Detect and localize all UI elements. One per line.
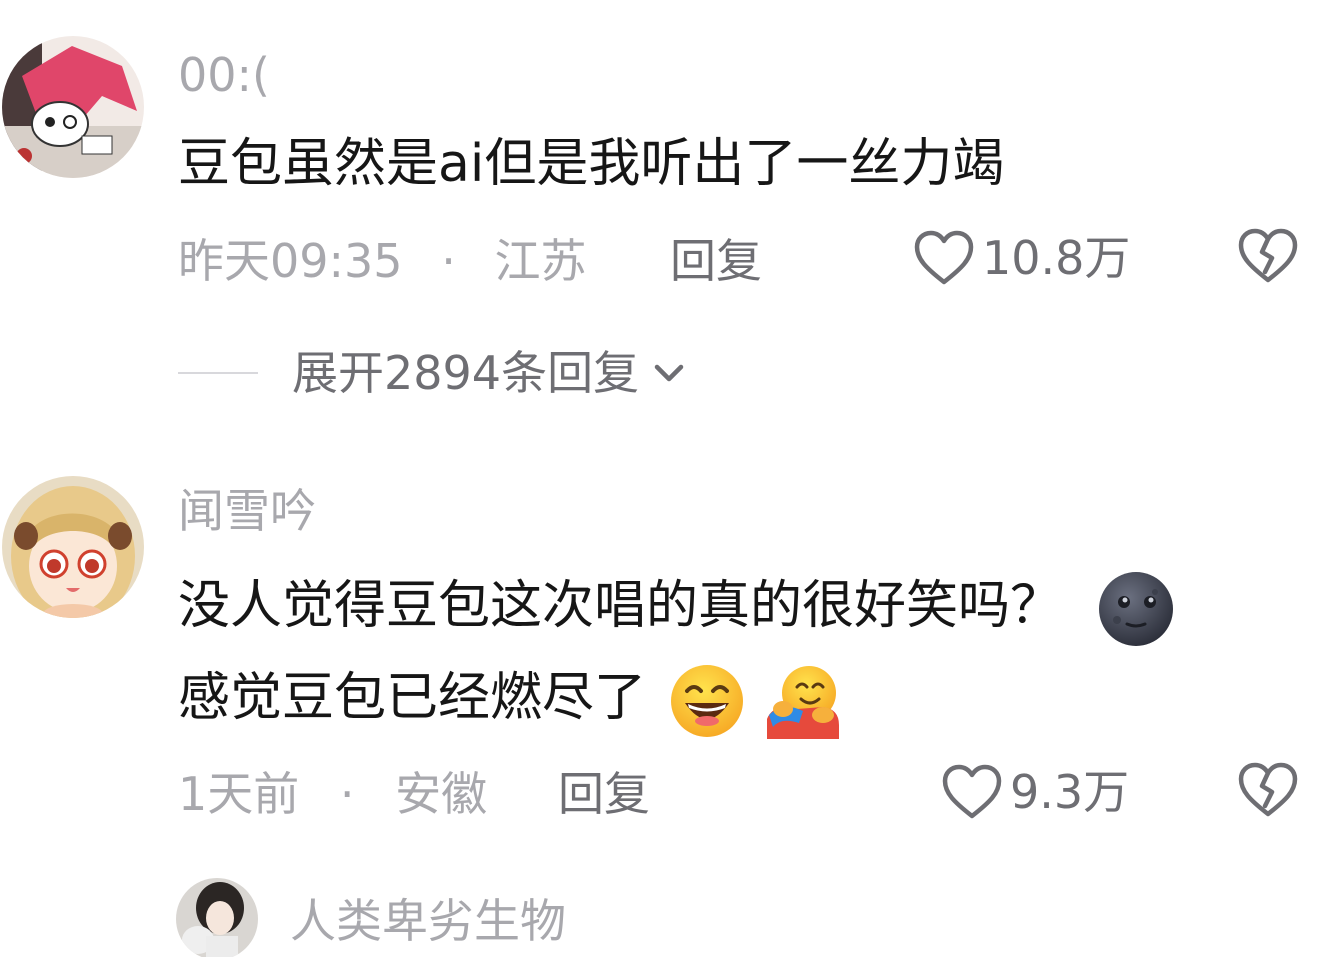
comment-text-line: 感觉豆包已经燃尽了 xyxy=(178,652,1175,744)
comment-feed: 00:( 豆包虽然是ai但是我听出了一丝力竭 昨天09:35 · 江苏 回复 1… xyxy=(0,0,1318,957)
heart-icon xyxy=(914,230,974,285)
grinning-squinting-face-icon xyxy=(670,665,743,737)
meta-separator: · xyxy=(441,234,456,288)
reply-button[interactable]: 回复 xyxy=(558,771,650,817)
avatar[interactable] xyxy=(2,36,144,178)
broken-heart-icon xyxy=(1238,762,1298,817)
chevron-down-icon xyxy=(654,364,684,382)
avatar[interactable] xyxy=(2,476,144,618)
comment-meta: 1天前 · 安徽 xyxy=(178,771,487,817)
comment-timestamp: 昨天09:35 xyxy=(178,234,403,288)
comment-location: 江苏 xyxy=(494,234,587,288)
comment-text-segment: 感觉豆包已经燃尽了 xyxy=(178,668,647,728)
comment-text: 没人觉得豆包这次唱的真的很好笑吗？ 感觉豆包已经燃尽了 xyxy=(178,560,1175,744)
like-count: 10.8万 xyxy=(982,231,1131,285)
like-button[interactable]: 10.8万 xyxy=(912,228,1130,288)
reply-button[interactable]: 回复 xyxy=(670,238,762,284)
heart-icon xyxy=(942,764,1002,819)
comment-username[interactable]: 人类卑劣生物 xyxy=(290,898,566,944)
comment-username[interactable]: 00:( xyxy=(178,52,270,98)
comment-timestamp: 1天前 xyxy=(178,767,300,821)
comment-location: 安徽 xyxy=(395,767,488,821)
hugging-face-icon xyxy=(767,666,840,739)
expand-replies[interactable]: 展开2894条回复 xyxy=(178,350,689,396)
broken-heart-icon xyxy=(1238,228,1298,283)
dislike-button[interactable] xyxy=(1236,226,1300,290)
divider xyxy=(178,372,258,374)
meta-separator: · xyxy=(339,767,355,821)
new-moon-face-icon xyxy=(1098,572,1173,646)
comment-text-segment: 没人觉得豆包这次唱的真的很好笑吗？ xyxy=(178,576,1063,636)
avatar[interactable] xyxy=(176,878,258,957)
like-count: 9.3万 xyxy=(1010,765,1130,819)
comment-text-line: 没人觉得豆包这次唱的真的很好笑吗？ xyxy=(178,560,1175,652)
expand-replies-label: 展开2894条回复 xyxy=(292,346,640,400)
comment-username[interactable]: 闻雪吟 xyxy=(178,488,316,534)
dislike-button[interactable] xyxy=(1236,760,1300,824)
comment-text: 豆包虽然是ai但是我听出了一丝力竭 xyxy=(178,118,1004,210)
comment-meta: 昨天09:35 · 江苏 xyxy=(178,238,586,284)
comment-text-line: 豆包虽然是ai但是我听出了一丝力竭 xyxy=(178,134,1005,194)
like-button[interactable]: 9.3万 xyxy=(940,762,1129,822)
